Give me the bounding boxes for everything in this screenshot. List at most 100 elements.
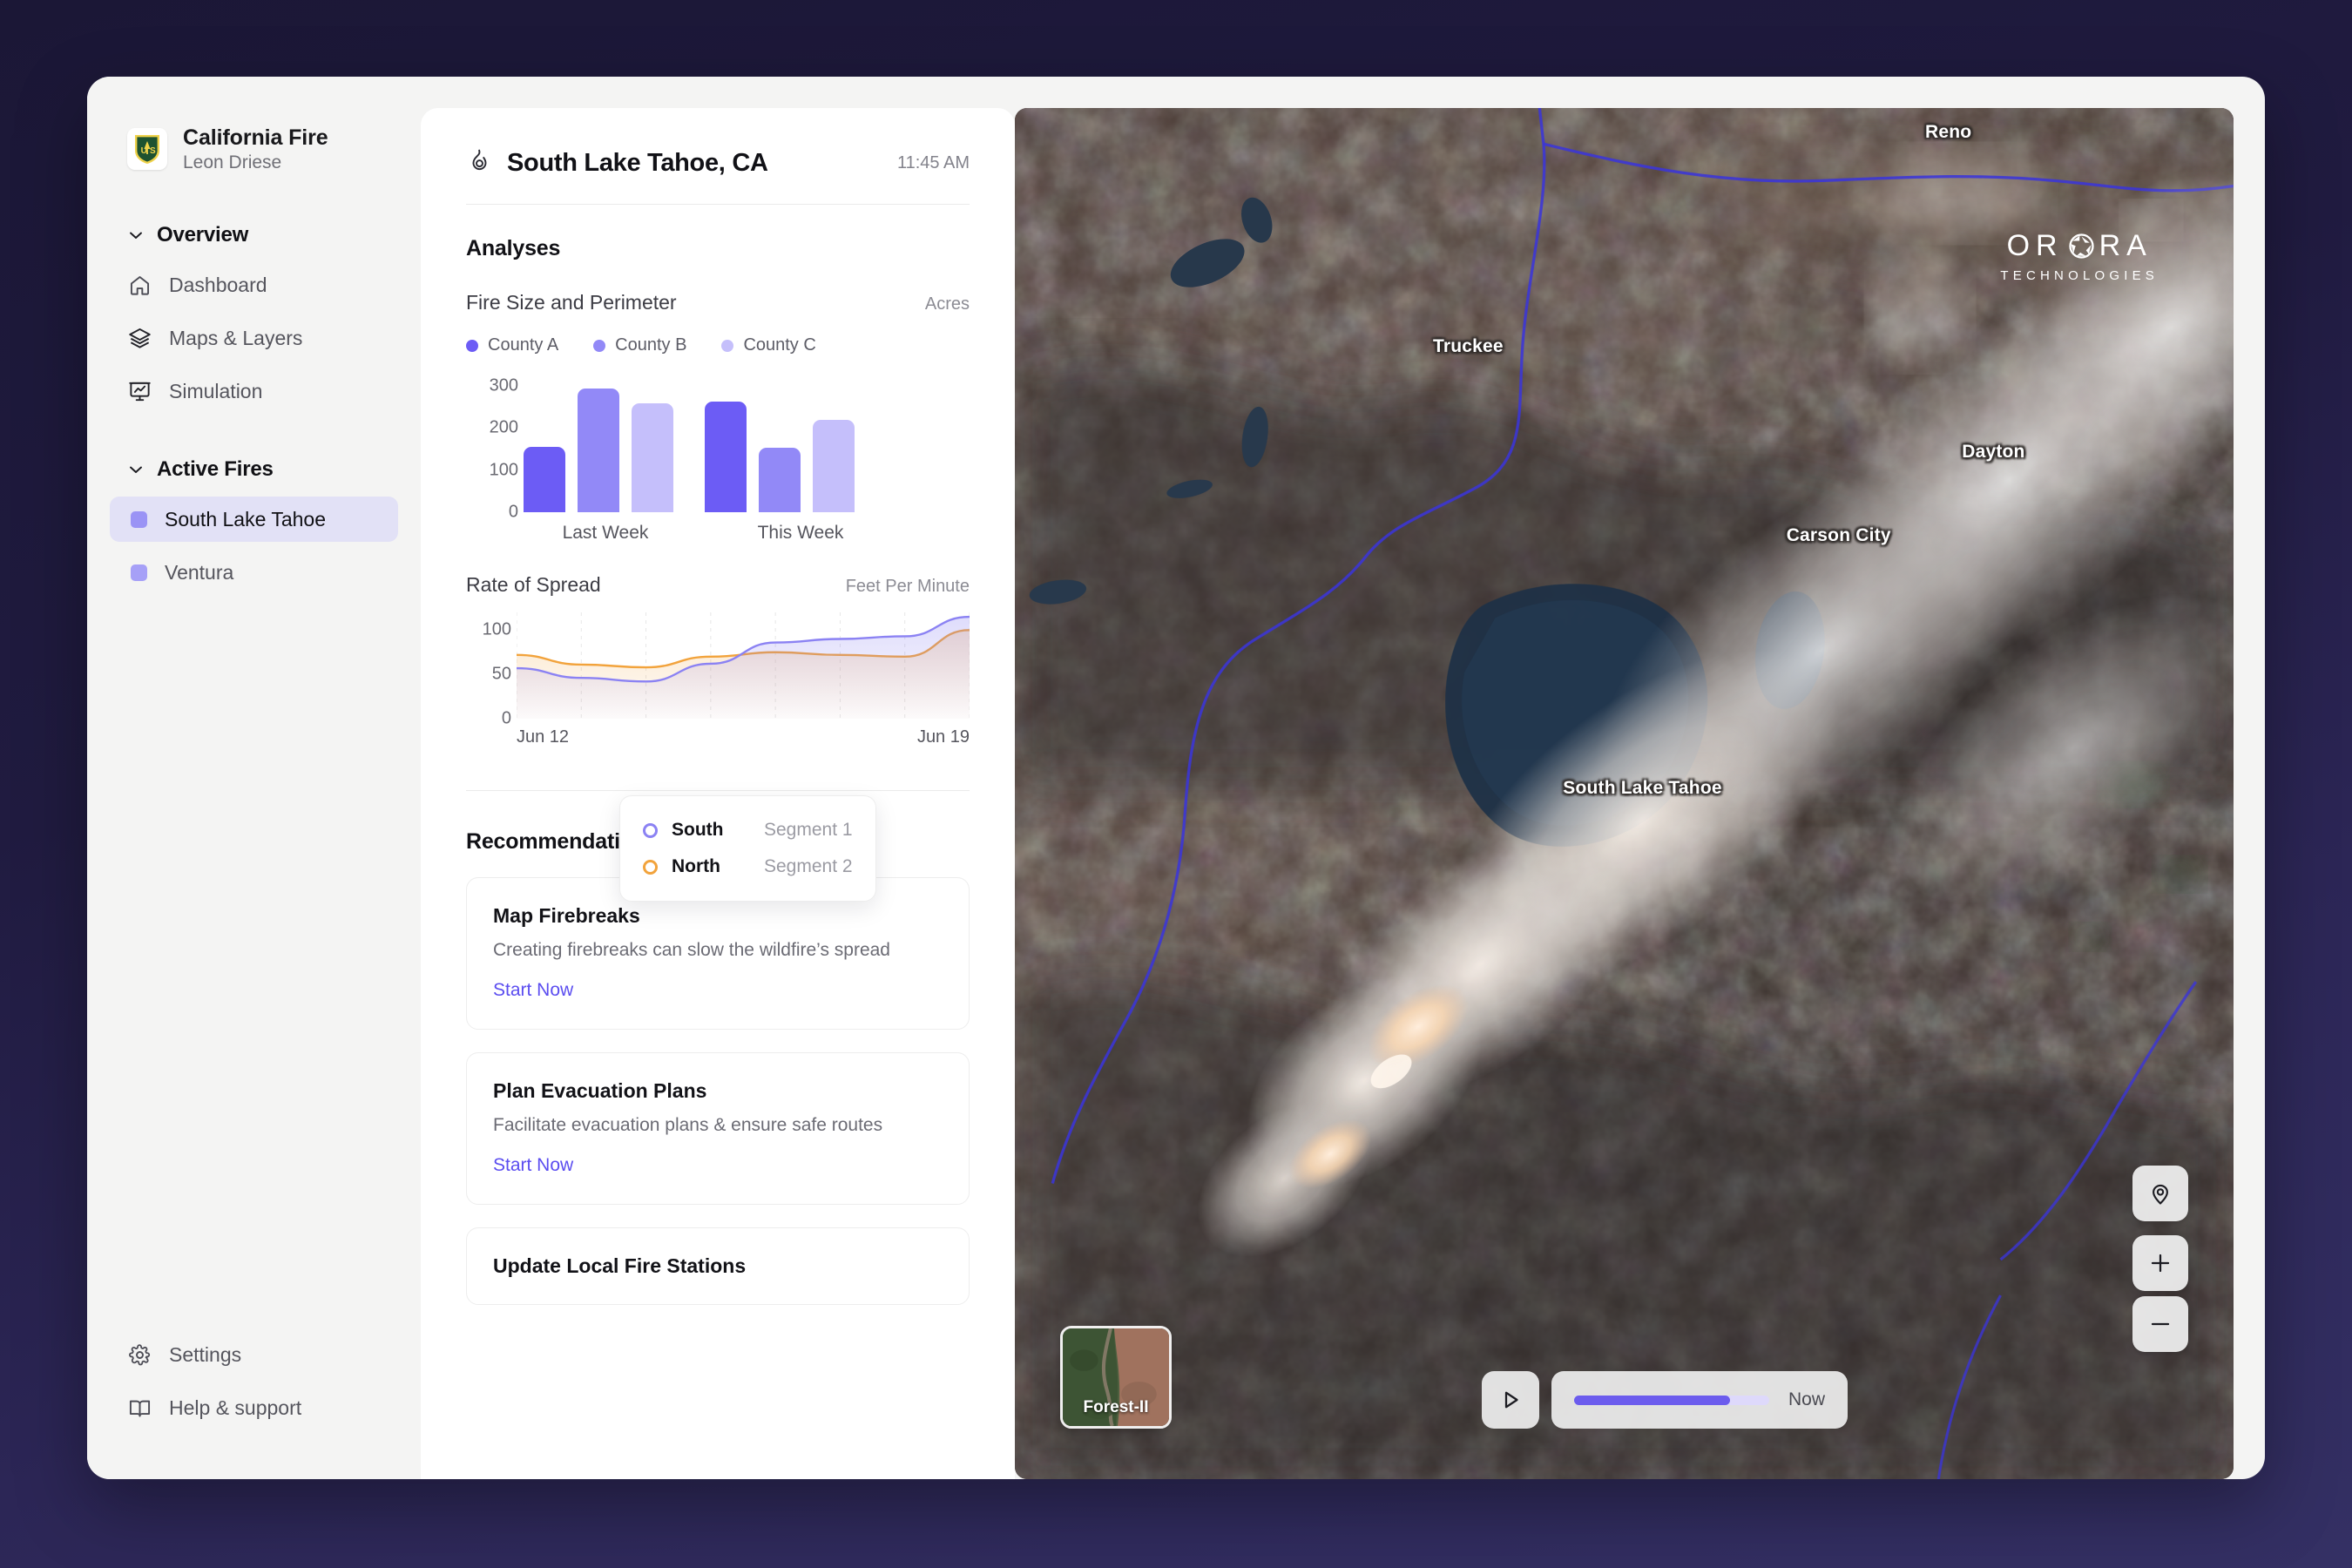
bar[interactable]	[632, 402, 673, 512]
legend-swatch-county-b	[593, 339, 606, 352]
map-view[interactable]: Reno Truckee Dayton Carson City South La…	[1015, 108, 2234, 1479]
sidebar-item-label: South Lake Tahoe	[165, 507, 327, 531]
line-x-axis: Jun 12 Jun 19	[517, 727, 970, 747]
bar-x-axis: Last Week This Week	[524, 523, 970, 544]
legend-swatch-county-a	[466, 339, 478, 352]
nav-group-overview: Overview Dashboard Maps & Layers Simulat…	[87, 216, 421, 414]
bar[interactable]	[813, 420, 855, 512]
chart-unit-label: Acres	[924, 294, 970, 314]
fire-swatch-icon	[131, 564, 147, 581]
tooltip-row: North Segment 2	[643, 848, 853, 885]
zoom-in-button[interactable]	[2132, 1235, 2188, 1291]
line-y-tick: 100	[482, 619, 511, 639]
group-header-active-fires[interactable]: Active Fires	[87, 450, 421, 489]
bar-y-tick: 300	[489, 375, 518, 395]
app-window: U S California Fire Leon Driese Overview	[87, 77, 2265, 1479]
south-series-icon	[643, 822, 658, 838]
timeline-progress	[1574, 1395, 1731, 1405]
group-title: Overview	[157, 223, 249, 247]
camera-aperture-icon	[2068, 233, 2095, 260]
line-y-tick: 0	[501, 708, 511, 728]
sidebar-item-label: Maps & Layers	[169, 326, 303, 349]
group-title: Active Fires	[157, 457, 274, 481]
logo-subtitle: TECHNOLOGIES	[2000, 268, 2159, 283]
sidebar-item-help-support[interactable]: Help & support	[110, 1385, 398, 1430]
chevron-down-icon	[127, 461, 145, 478]
map-label-carson-city: Carson City	[1786, 525, 1891, 546]
bar-y-tick: 200	[489, 417, 518, 437]
north-series-icon	[643, 859, 658, 875]
recommendation-title: Map Firebreaks	[493, 904, 640, 927]
play-icon	[1504, 1391, 1518, 1409]
orora-technologies-logo: OR RA TECHNOLOGIES	[2000, 229, 2159, 283]
sidebar-item-ventura[interactable]: Ventura	[110, 550, 398, 595]
page-title: South Lake Tahoe, CA	[507, 148, 768, 177]
timeline-slider[interactable]: Now	[1551, 1371, 1848, 1429]
recommendation-card[interactable]: Plan Evacuation Plans Facilitate evacuat…	[466, 1052, 970, 1205]
series-tooltip: South Segment 1 North Segment 2	[619, 795, 876, 902]
svg-text:S: S	[150, 146, 156, 156]
bar-y-tick: 100	[489, 460, 518, 479]
bar-y-tick: 0	[508, 502, 518, 522]
bar[interactable]	[578, 389, 619, 512]
locate-button[interactable]	[2132, 1166, 2188, 1221]
sidebar-item-dashboard[interactable]: Dashboard	[110, 262, 398, 308]
bar-chart: 300 200 100 0 Last Week This Week	[466, 373, 970, 547]
us-forest-service-shield-icon: U S	[127, 128, 167, 170]
divider	[466, 790, 970, 791]
bar[interactable]	[759, 448, 801, 512]
sidebar-item-simulation[interactable]: Simulation	[110, 368, 398, 414]
layers-icon	[127, 326, 152, 350]
bar[interactable]	[705, 401, 747, 512]
rate-of-spread-chart: Rate of Spread Feet Per Minute 100 50 0 Ju…	[421, 547, 1015, 902]
basemap-label: Forest-II	[1083, 1398, 1149, 1416]
bar-group	[524, 389, 673, 512]
tooltip-segment-label: Segment 1	[764, 820, 853, 840]
play-button[interactable]	[1482, 1371, 1539, 1429]
legend-label: County B	[615, 335, 687, 355]
sidebar-footer: Settings Help & support	[87, 1324, 421, 1479]
map-label-reno: Reno	[1924, 122, 1972, 143]
basemap-selector[interactable]: Forest-II	[1060, 1326, 1172, 1429]
sidebar-item-label: Dashboard	[169, 273, 267, 296]
sidebar-item-south-lake-tahoe[interactable]: South Lake Tahoe	[110, 497, 398, 542]
recommendation-title: Plan Evacuation Plans	[493, 1079, 707, 1102]
legend-item[interactable]: County A	[466, 335, 558, 355]
line-y-tick: 50	[491, 664, 511, 684]
line-y-axis: 100 50 0	[466, 612, 511, 728]
svg-text:U: U	[141, 146, 147, 156]
timeline-track[interactable]	[1574, 1395, 1769, 1405]
sidebar-item-label: Settings	[169, 1342, 242, 1366]
gear-icon	[127, 1342, 152, 1367]
sidebar: U S California Fire Leon Driese Overview	[87, 77, 421, 1479]
start-now-link[interactable]: Start Now	[493, 980, 573, 1001]
line-chart: 100 50 0 Jun 12 Jun 19 South Segment 1 Nort…	[466, 612, 970, 902]
legend-item[interactable]: County C	[721, 335, 816, 355]
bar[interactable]	[524, 446, 565, 512]
chart-legend: County A County B County C	[466, 335, 970, 355]
legend-label: County C	[743, 335, 816, 355]
sidebar-item-maps-layers[interactable]: Maps & Layers	[110, 315, 398, 361]
brand[interactable]: U S California Fire Leon Driese	[87, 118, 421, 179]
logo-text-right: RA	[2099, 229, 2153, 262]
zoom-out-button[interactable]	[2132, 1296, 2188, 1352]
recommendation-card[interactable]: Update Local Fire Stations	[466, 1227, 970, 1305]
map-label-truckee: Truckee	[1433, 335, 1504, 356]
map-label-south-lake-tahoe: South Lake Tahoe	[1563, 777, 1722, 798]
line-x-tick: Jun 19	[916, 727, 970, 747]
sidebar-item-settings[interactable]: Settings	[110, 1332, 398, 1377]
book-icon	[127, 1396, 152, 1420]
minus-icon	[2151, 1322, 2170, 1326]
recommendation-title: Update Local Fire Stations	[493, 1254, 747, 1277]
map-pin-icon	[2153, 1184, 2168, 1205]
bar-y-axis: 300 200 100 0	[466, 373, 518, 521]
legend-item[interactable]: County B	[593, 335, 686, 355]
timeline-player: Now	[1482, 1371, 1848, 1429]
recommendation-description: Facilitate evacuation plans & ensure saf…	[493, 1115, 883, 1135]
legend-swatch-county-c	[721, 339, 734, 352]
legend-label: County A	[488, 335, 559, 355]
tooltip-series-name: South	[672, 820, 724, 840]
group-header-overview[interactable]: Overview	[87, 216, 421, 254]
analyses-heading: Analyses	[466, 236, 561, 260]
start-now-link[interactable]: Start Now	[493, 1155, 573, 1176]
